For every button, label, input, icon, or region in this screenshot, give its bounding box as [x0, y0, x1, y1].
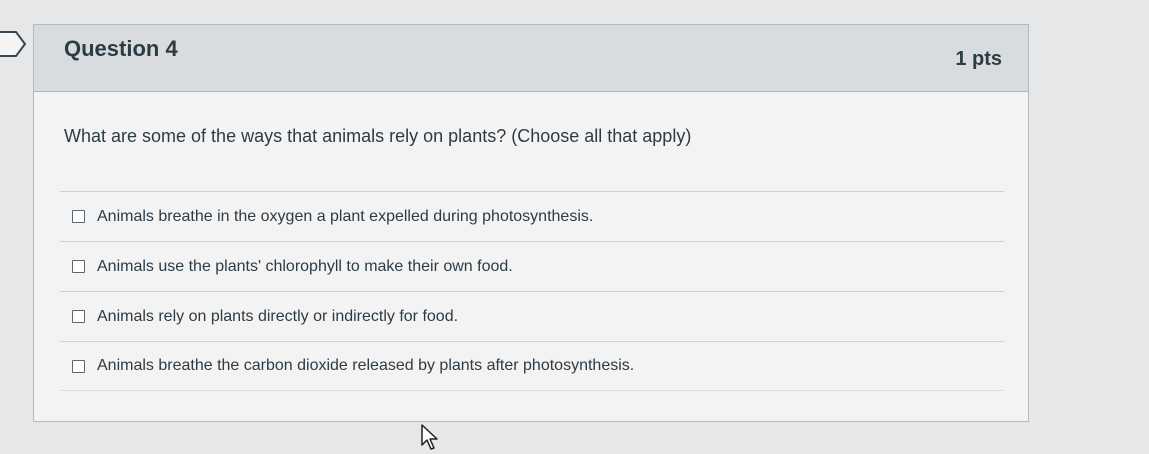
- answer-label-1[interactable]: Animals breathe in the oxygen a plant ex…: [97, 208, 593, 226]
- question-flag-icon[interactable]: [0, 30, 28, 58]
- answer-checkbox-2[interactable]: [72, 260, 85, 273]
- question-title: Question 4: [64, 36, 178, 61]
- question-text: What are some of the ways that animals r…: [64, 126, 692, 146]
- answer-checkbox-1[interactable]: [72, 210, 85, 223]
- question-card: Question 4 1 pts What are some of the wa…: [33, 24, 1029, 422]
- answer-option-3[interactable]: Animals rely on plants directly or indir…: [60, 291, 1004, 341]
- answer-list: Animals breathe in the oxygen a plant ex…: [60, 191, 1004, 391]
- answer-checkbox-4[interactable]: [72, 359, 85, 373]
- answer-label-4[interactable]: Animals breathe the carbon dioxide relea…: [97, 357, 634, 375]
- answer-label-2[interactable]: Animals use the plants' chlorophyll to m…: [97, 258, 513, 276]
- question-header: Question 4 1 pts: [34, 25, 1028, 92]
- answer-option-4[interactable]: Animals breathe the carbon dioxide relea…: [60, 341, 1004, 391]
- answer-checkbox-3[interactable]: [72, 310, 85, 323]
- question-points: 1 pts: [955, 48, 1002, 70]
- mouse-pointer-icon: [421, 424, 438, 450]
- answer-label-3[interactable]: Animals rely on plants directly or indir…: [97, 308, 458, 326]
- answer-option-1[interactable]: Animals breathe in the oxygen a plant ex…: [60, 191, 1004, 241]
- answer-option-2[interactable]: Animals use the plants' chlorophyll to m…: [60, 241, 1004, 291]
